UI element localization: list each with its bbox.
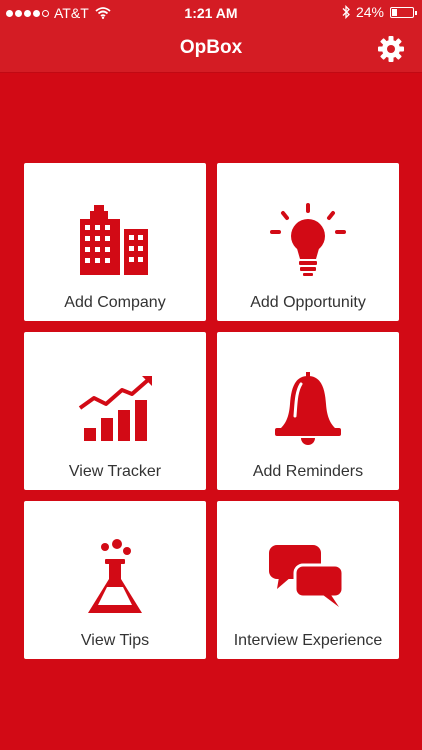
gear-icon[interactable] — [376, 34, 406, 64]
tile-label: Add Opportunity — [250, 294, 366, 311]
status-bar: AT&T 1:21 AM 24% — [0, 0, 422, 26]
chart-trend-icon — [78, 376, 152, 441]
bell-icon — [275, 372, 341, 445]
tile-label: View Tracker — [68, 463, 162, 480]
view-tips-tile[interactable]: View Tips — [24, 501, 206, 659]
buildings-icon — [80, 205, 148, 275]
page-title: OpBox — [179, 37, 243, 58]
battery-icon — [390, 6, 417, 18]
chat-bubbles-icon — [269, 545, 345, 607]
add-reminders-tile[interactable]: Add Reminders — [217, 332, 399, 490]
flask-icon — [88, 539, 142, 613]
nav-bar: OpBox — [0, 26, 422, 72]
status-right: 24% — [342, 4, 417, 20]
tile-label: Interview Experience — [233, 632, 383, 649]
add-company-tile[interactable]: Add Company — [24, 163, 206, 321]
add-opportunity-tile[interactable]: Add Opportunity — [217, 163, 399, 321]
battery-level — [392, 8, 397, 16]
battery-percent: 24% — [355, 4, 384, 20]
tile-label: Add Company — [64, 294, 166, 311]
view-tracker-tile[interactable]: View Tracker — [24, 332, 206, 490]
interview-experience-tile[interactable]: Interview Experience — [217, 501, 399, 659]
tile-label: Add Reminders — [252, 463, 364, 480]
lightbulb-icon — [270, 203, 346, 276]
bluetooth-icon — [342, 5, 350, 19]
tile-label: View Tips — [80, 632, 150, 649]
